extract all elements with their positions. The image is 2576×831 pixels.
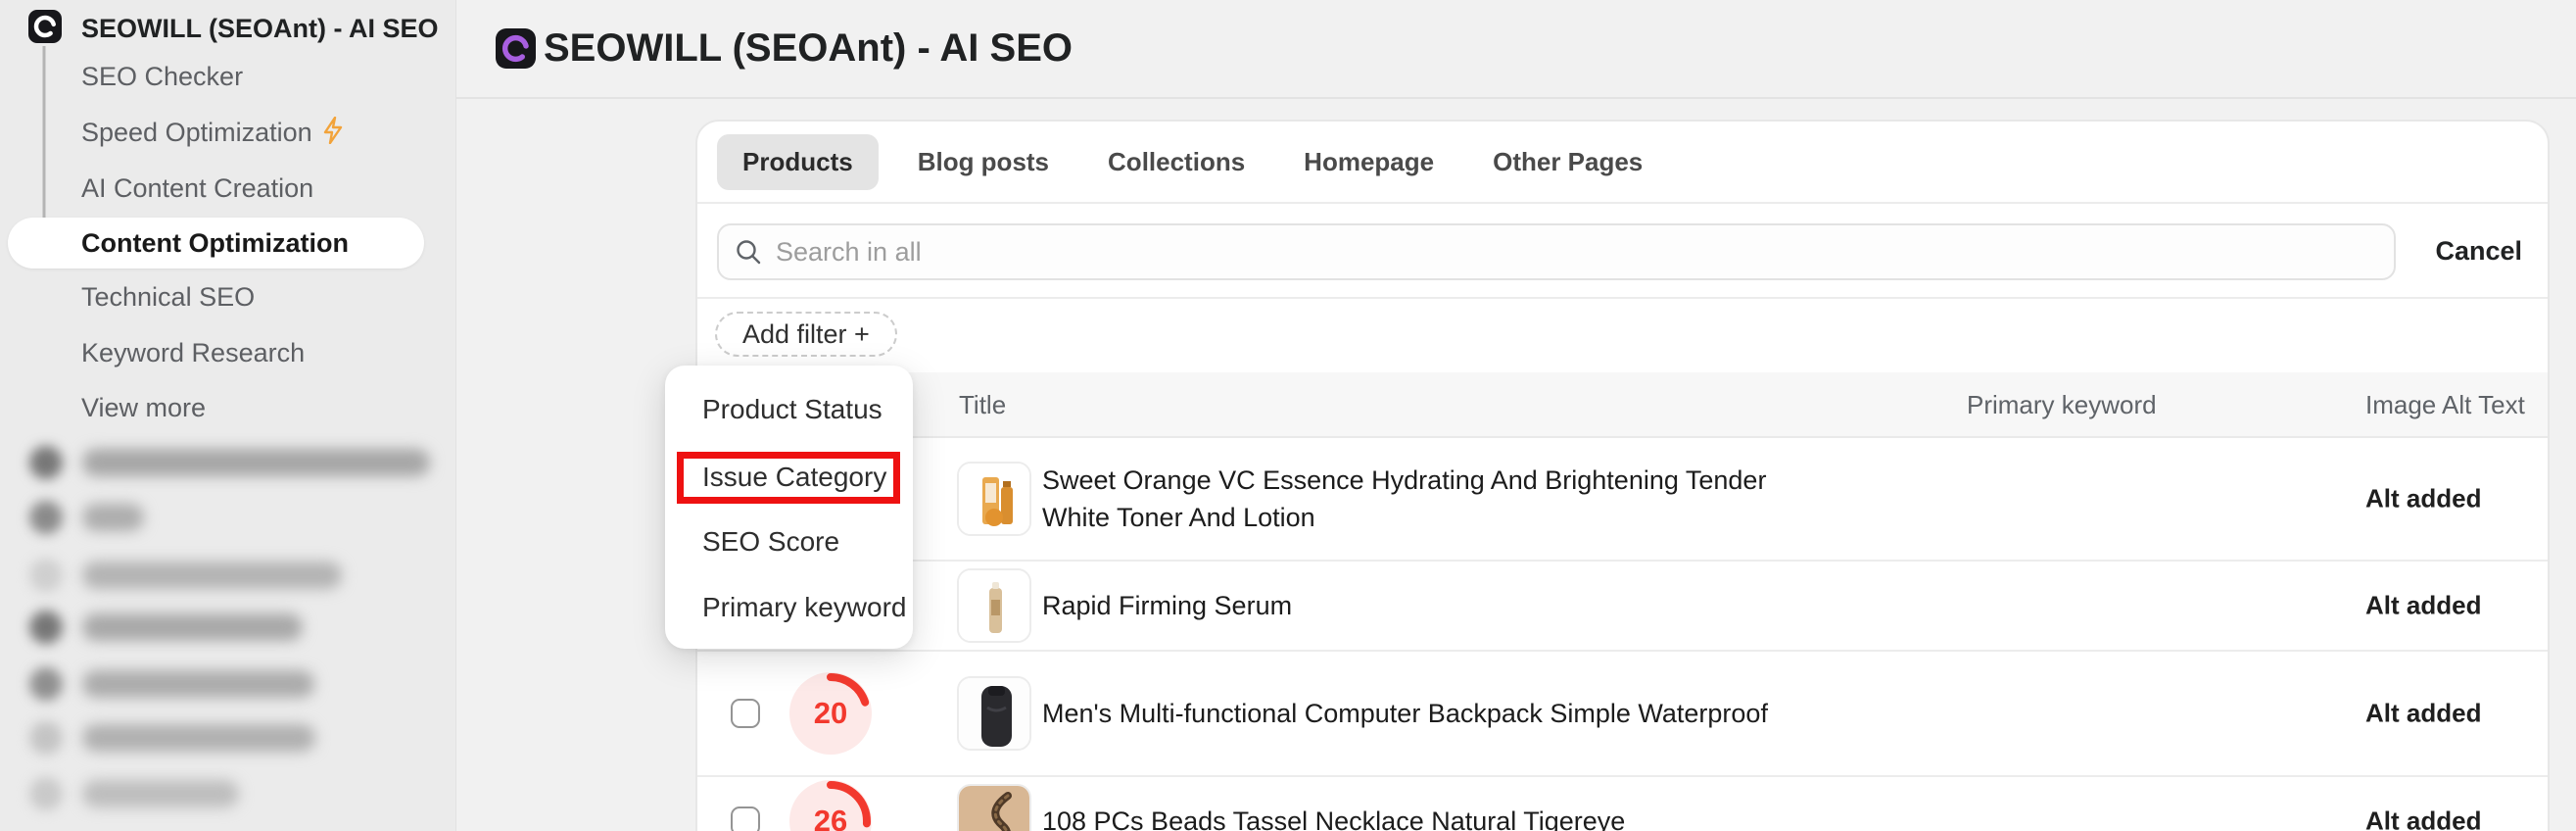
sidebar-item-seo-checker[interactable]: SEO Checker [81, 57, 243, 96]
tab-blog-posts[interactable]: Blog posts [898, 134, 1069, 190]
image-alt-status: Alt added [2365, 699, 2481, 729]
sidebar-item-content-optimization[interactable]: Content Optimization [81, 223, 349, 263]
table-header: Title Primary keyword Image Alt Text [697, 372, 2548, 438]
sidebar-redacted-item[interactable] [0, 498, 456, 537]
cancel-button[interactable]: Cancel [2435, 204, 2522, 299]
tab-other-pages[interactable]: Other Pages [1473, 134, 1662, 190]
app-logo-icon [28, 10, 62, 43]
tab-collections[interactable]: Collections [1088, 134, 1264, 190]
table-row[interactable]: Rapid Firming Serum Alt added [697, 562, 2548, 652]
sidebar-app-title[interactable]: SEOWILL (SEOAnt) - AI SEO [81, 14, 439, 44]
redacted-icon [29, 667, 63, 701]
row-checkbox[interactable] [731, 807, 760, 831]
dropdown-item-issue-category[interactable]: Issue Category [702, 460, 886, 495]
search-bar-row: Cancel [697, 204, 2548, 299]
lightning-icon [322, 116, 344, 155]
table-row[interactable]: 20 Men's Multi-functional Computer Backp… [697, 652, 2548, 777]
table-row[interactable]: 26 108 PCs Beads Tassel Necklace Natural… [697, 777, 2548, 831]
search-input[interactable] [776, 237, 2245, 268]
redacted-icon [29, 721, 63, 755]
product-title[interactable]: Men's Multi-functional Computer Backpack… [1042, 695, 1768, 732]
dropdown-item-primary-keyword[interactable]: Primary keyword [702, 590, 906, 625]
search-box[interactable] [717, 223, 2396, 280]
column-header-image-alt-text: Image Alt Text [2365, 372, 2525, 438]
main-content: SEOWILL (SEOAnt) - AI SEO Products Blog … [456, 0, 2576, 831]
sidebar-item-view-more[interactable]: View more [81, 388, 206, 427]
dropdown-item-product-status[interactable]: Product Status [702, 392, 883, 427]
sidebar-redacted-item[interactable] [0, 556, 456, 595]
page-header: SEOWILL (SEOAnt) - AI SEO [456, 0, 2576, 99]
image-alt-status: Alt added [2365, 484, 2481, 514]
content-card: Products Blog posts Collections Homepage… [695, 120, 2550, 831]
product-title[interactable]: Rapid Firming Serum [1042, 587, 1292, 624]
redacted-icon [29, 777, 63, 810]
sidebar-redacted-item[interactable] [0, 718, 456, 758]
column-header-primary-keyword: Primary keyword [1967, 372, 2157, 438]
add-filter-button[interactable]: Add filter + [715, 312, 897, 357]
sidebar: SEOWILL (SEOAnt) - AI SEO SEO Checker Sp… [0, 0, 456, 831]
product-thumbnail [957, 462, 1031, 536]
table-row[interactable]: Sweet Orange VC Essence Hydrating And Br… [697, 438, 2548, 562]
tab-bar: Products Blog posts Collections Homepage… [697, 122, 2548, 204]
product-title[interactable]: Sweet Orange VC Essence Hydrating And Br… [1042, 462, 1826, 536]
add-filter-dropdown: Product Status Issue Category SEO Score … [665, 366, 913, 649]
redacted-icon [29, 446, 63, 479]
column-header-title: Title [959, 372, 1006, 438]
redacted-icon [29, 501, 63, 534]
redacted-icon [29, 611, 63, 644]
sidebar-redacted-item[interactable] [0, 608, 456, 647]
page-title: SEOWILL (SEOAnt) - AI SEO [544, 26, 1073, 71]
seo-score-badge: 26 [789, 780, 872, 831]
product-thumbnail [957, 568, 1031, 643]
tab-homepage[interactable]: Homepage [1284, 134, 1454, 190]
seo-score-value: 20 [789, 672, 872, 755]
image-alt-status: Alt added [2365, 591, 2481, 621]
product-thumbnail [957, 784, 1031, 831]
row-checkbox[interactable] [731, 699, 760, 728]
sidebar-item-ai-content-creation[interactable]: AI Content Creation [81, 169, 313, 208]
app-logo-icon [496, 28, 536, 69]
sidebar-redacted-item[interactable] [0, 774, 456, 813]
seo-score-value: 26 [789, 780, 872, 831]
filter-row: Add filter + [697, 299, 2548, 372]
product-title[interactable]: 108 PCs Beads Tassel Necklace Natural Ti… [1042, 803, 1625, 831]
tab-products[interactable]: Products [717, 134, 879, 190]
sidebar-redacted-item[interactable] [0, 443, 456, 482]
redacted-icon [29, 559, 63, 592]
sidebar-item-speed-optimization[interactable]: Speed Optimization [81, 113, 344, 152]
dropdown-item-seo-score[interactable]: SEO Score [702, 524, 839, 560]
sidebar-redacted-item[interactable] [0, 664, 456, 704]
search-icon [735, 238, 762, 266]
sidebar-item-keyword-research[interactable]: Keyword Research [81, 333, 305, 372]
product-thumbnail [957, 676, 1031, 751]
image-alt-status: Alt added [2365, 807, 2481, 831]
sidebar-item-technical-seo[interactable]: Technical SEO [81, 277, 255, 317]
seo-score-badge: 20 [789, 672, 872, 755]
